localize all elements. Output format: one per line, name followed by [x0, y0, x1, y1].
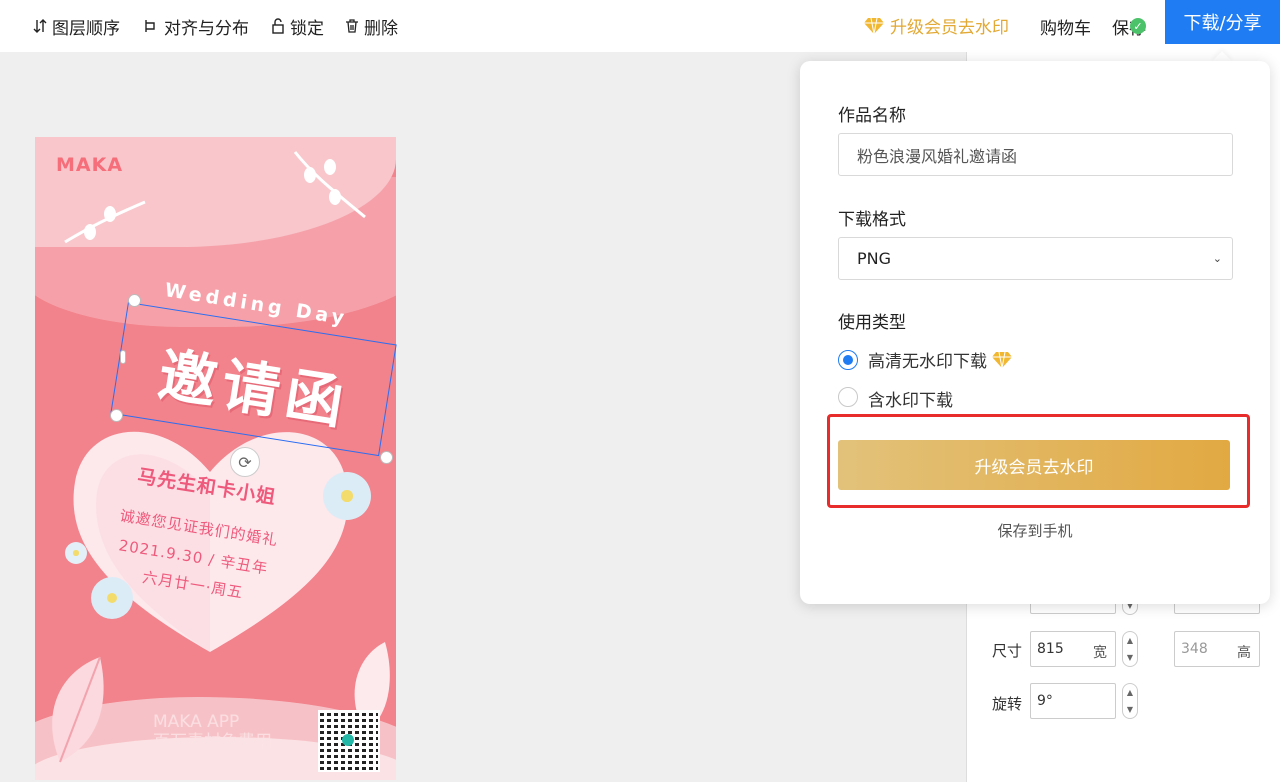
- cart-link[interactable]: 购物车: [1040, 14, 1091, 39]
- sort-icon: [33, 19, 47, 33]
- save-to-phone-link[interactable]: 保存到手机: [800, 520, 1270, 541]
- hd-option-radio[interactable]: [838, 350, 858, 370]
- vip-upgrade-link[interactable]: 升级会员去水印: [864, 13, 1009, 38]
- download-share-button[interactable]: 下载/分享: [1165, 0, 1280, 44]
- format-value: PNG: [857, 249, 892, 268]
- diamond-icon: [864, 17, 884, 34]
- work-name-input[interactable]: 粉色浪漫风婚礼邀请函: [838, 133, 1233, 176]
- diamond-icon: [992, 351, 1012, 368]
- delete-label: 删除: [364, 18, 398, 39]
- watermark-option-radio[interactable]: [838, 387, 858, 407]
- usage-label: 使用类型: [838, 313, 906, 333]
- rotate-stepper[interactable]: ▲ ▼: [1122, 683, 1138, 719]
- width-stepper[interactable]: ▲ ▼: [1122, 631, 1138, 667]
- resize-handle[interactable]: [128, 294, 141, 307]
- resize-handle[interactable]: [380, 451, 393, 464]
- lock-icon: [272, 18, 284, 34]
- rotate-label: 旋转: [992, 695, 1023, 713]
- align-icon: [145, 20, 155, 32]
- app-watermark: MAKA APP 百万素材免费用: [153, 712, 272, 752]
- delete-button[interactable]: 删除: [344, 14, 398, 39]
- trash-icon: [346, 19, 358, 33]
- branch-icon: [293, 151, 366, 219]
- watermark-option-label[interactable]: 含水印下载: [868, 386, 953, 411]
- poster-canvas[interactable]: MAKA Wedding Day 邀请函 马先生和卡小姐 诚邀您见证我们的婚礼 …: [35, 137, 396, 780]
- work-name-value: 粉色浪漫风婚礼邀请函: [857, 146, 1018, 166]
- align-label: 对齐与分布: [164, 18, 249, 39]
- app-watermark-line: MAKA APP: [153, 712, 240, 732]
- hd-option-label: 高清无水印下载: [868, 352, 987, 372]
- hd-option[interactable]: 高清无水印下载: [868, 347, 1013, 372]
- align-button[interactable]: 对齐与分布: [144, 14, 249, 39]
- work-name-label: 作品名称: [838, 106, 906, 126]
- app-watermark-line: 百万素材免费用: [153, 732, 272, 752]
- leaf-icon: [52, 656, 104, 763]
- qr-logo: [342, 734, 354, 746]
- resize-handle[interactable]: [120, 350, 126, 364]
- branch-icon: [64, 200, 146, 244]
- height-value: 348: [1181, 641, 1208, 657]
- maka-logo: MAKA: [56, 154, 124, 176]
- top-toolbar: 图层顺序 对齐与分布 锁定 删除 升级会员去水印 购物车 保存 ✓ 下载/分享: [0, 0, 1280, 52]
- flower-icon: [91, 577, 133, 619]
- layer-order-label: 图层顺序: [52, 18, 120, 39]
- chevron-down-icon: ⌄: [1212, 252, 1222, 265]
- highlight-box: [827, 414, 1250, 508]
- rotate-value: 9°: [1037, 693, 1053, 709]
- resize-handle[interactable]: [110, 409, 123, 422]
- rotate-icon[interactable]: ⟳: [230, 447, 260, 477]
- width-value: 815: [1037, 641, 1064, 657]
- width-unit: 宽: [1093, 645, 1107, 661]
- format-label: 下载格式: [838, 210, 906, 230]
- layer-order-button[interactable]: 图层顺序: [32, 14, 120, 39]
- lock-label: 锁定: [290, 18, 324, 39]
- check-icon: ✓: [1130, 18, 1146, 34]
- rotate-field[interactable]: 9°: [1030, 683, 1116, 719]
- vip-label: 升级会员去水印: [890, 18, 1009, 38]
- size-label: 尺寸: [992, 642, 1023, 660]
- leaf-icon: [65, 542, 87, 564]
- height-unit: 高: [1237, 645, 1251, 661]
- format-select[interactable]: PNG ⌄: [838, 237, 1233, 280]
- lock-button[interactable]: 锁定: [270, 14, 324, 39]
- flower-icon: [323, 472, 371, 520]
